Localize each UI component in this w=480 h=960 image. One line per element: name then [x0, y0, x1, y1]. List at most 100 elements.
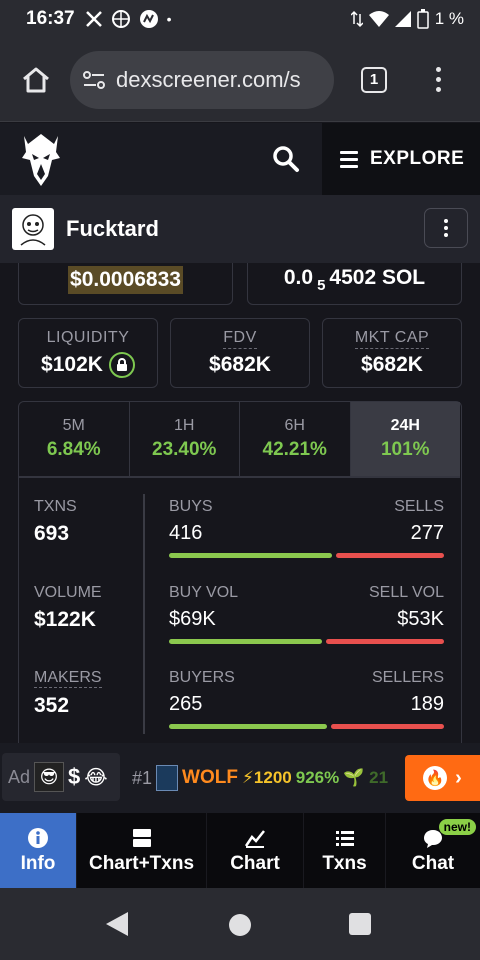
token-avatar-image-icon [20, 214, 46, 246]
txns-label: TXNS [34, 498, 77, 515]
buyers-label: BUYERS [169, 669, 235, 686]
fdv-value: $682K [209, 353, 271, 376]
makers-bar [169, 724, 444, 729]
home-button[interactable] [12, 56, 60, 104]
buyers-bar [169, 724, 327, 729]
market-cap-card: MKT CAP $682K [322, 318, 462, 388]
list-icon [335, 830, 354, 846]
sells-value: 277 [410, 522, 444, 544]
hamburger-icon [340, 150, 358, 168]
sell-vol-label: SELL VOL [368, 584, 444, 601]
url-text[interactable]: dexscreener.com/s [116, 67, 301, 93]
buys-label: BUYS [169, 498, 213, 515]
back-icon[interactable] [106, 912, 128, 936]
site-settings-icon[interactable] [82, 70, 106, 90]
lock-icon[interactable] [108, 351, 135, 378]
txns-stat: TXNS 693 [34, 498, 77, 546]
buyers-value: 265 [169, 693, 203, 715]
ad-slot[interactable]: Ad 😎 $ 😂 [2, 753, 120, 801]
split-view-icon [132, 828, 151, 847]
price-usd-box: $0.0006833 [18, 263, 233, 305]
timeframe-panel: 5M 6.84% 1H 23.40% 6H 42.21% 24H 101% TX… [18, 401, 462, 743]
new-badge: new! [438, 819, 476, 835]
signal-icon [394, 11, 411, 27]
nav-chart-label: Chart [230, 852, 280, 874]
home-icon [23, 67, 49, 92]
price-sol-prefix: 0.0 [283, 266, 314, 289]
volume-bar [169, 639, 444, 644]
tab-count: 1 [361, 66, 387, 93]
token-more-button[interactable] [424, 208, 468, 248]
sells-label: SELLS [394, 498, 444, 515]
home-circle-icon[interactable] [229, 914, 251, 936]
dexscreener-logo-icon[interactable] [20, 130, 62, 188]
recents-icon[interactable] [349, 913, 371, 935]
globe-icon [111, 10, 130, 28]
nav-chart[interactable]: Chart [207, 813, 304, 888]
nav-txns[interactable]: Txns [304, 813, 386, 888]
sellers-bar [331, 724, 444, 729]
makers-label[interactable]: MAKERS [34, 669, 102, 688]
ticker-item-1[interactable]: #1 WOLF ⚡1200 926% 🌱 21 [132, 765, 388, 791]
volume-stat: VOLUME $122K [34, 584, 102, 632]
buys-value: 416 [169, 522, 203, 544]
trending-button[interactable]: 🔥 › [405, 755, 480, 801]
price-sol-box: 0.0 5 4502 SOL [247, 263, 462, 305]
token-header: Fucktard [0, 195, 480, 263]
data-arrows-icon [350, 10, 363, 28]
chevron-right-icon: › [455, 766, 462, 789]
price-sol-zero-count: 5 [317, 277, 326, 294]
nav-chat[interactable]: new! Chat [386, 813, 480, 888]
liquidity-card: LIQUIDITY $102K [18, 318, 158, 388]
laughing-emoji-icon: 😂 [84, 766, 108, 789]
search-icon[interactable] [270, 143, 302, 175]
notification-dot-icon: • [166, 11, 172, 27]
sells-bar [336, 553, 444, 558]
fdv-label[interactable]: FDV [223, 329, 257, 349]
tab-6h[interactable]: 6H 42.21% [240, 402, 351, 476]
tab-1h[interactable]: 1H 23.40% [130, 402, 240, 476]
url-bar[interactable]: dexscreener.com/s [70, 50, 334, 109]
sell-vol-value: $53K [397, 608, 444, 630]
app-icon [139, 10, 158, 28]
chart-icon [244, 829, 265, 848]
sell-vol-bar [326, 639, 444, 644]
nav-chat-label: Chat [411, 852, 455, 874]
volume-label: VOLUME [34, 584, 102, 601]
wolf-token-icon [156, 765, 179, 791]
ticker-rank: #1 [132, 767, 153, 788]
ticker-next: 🌱 21 [343, 768, 389, 787]
tab-5m[interactable]: 5M 6.84% [19, 402, 130, 476]
tab-switcher-button[interactable]: 1 [354, 60, 394, 100]
site-header: EXPLORE [0, 123, 480, 195]
battery-percent: 1 % [434, 9, 464, 28]
price-usd: $0.0006833 [68, 266, 183, 294]
explore-button[interactable]: EXPLORE [322, 123, 480, 195]
ad-token-icon: 😎 [34, 762, 65, 792]
token-avatar [12, 208, 54, 250]
makers-stat: MAKERS 352 [34, 669, 102, 718]
makers-value: 352 [34, 694, 70, 717]
ticker-change: 926% [295, 768, 340, 787]
browser-menu-button[interactable] [426, 60, 450, 100]
nav-info-label: Info [20, 852, 56, 874]
buys-sells-bar [169, 553, 444, 558]
ad-label: Ad [8, 766, 31, 787]
tab-24h[interactable]: 24H 101% [350, 402, 460, 476]
market-cap-label[interactable]: MKT CAP [354, 329, 430, 349]
nav-chart-txns[interactable]: Chart+Txns [77, 813, 207, 888]
nav-chart-txns-label: Chart+Txns [88, 852, 195, 874]
txns-value: 693 [34, 522, 70, 545]
trending-ticker: Ad 😎 $ 😂 #1 WOLF ⚡1200 926% 🌱 21 🔥 › [0, 743, 480, 813]
system-nav-bar [0, 888, 480, 960]
buys-sells-row: BUYS SELLS 416 277 [169, 498, 444, 558]
liquidity-value: $102K [41, 352, 103, 376]
bottom-nav: Info Chart+Txns Chart Txns new! Chat [0, 813, 480, 888]
ad-dollar: $ [68, 764, 81, 789]
liquidity-label: LIQUIDITY [46, 328, 130, 346]
volume-value: $122K [34, 608, 96, 631]
price-sol-rest: 4502 SOL [329, 266, 426, 289]
pair-details: $0.0006833 0.0 5 4502 SOL LIQUIDITY $102… [0, 263, 480, 743]
nav-info[interactable]: Info [0, 813, 77, 888]
sellers-label: SELLERS [371, 669, 444, 686]
